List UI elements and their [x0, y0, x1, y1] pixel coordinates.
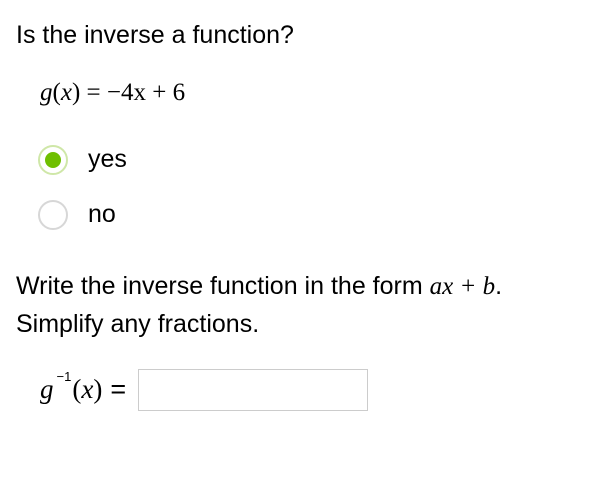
open-paren: (	[53, 79, 61, 106]
inverse-exponent: −1	[57, 368, 72, 386]
equation-func-letter: g	[40, 79, 53, 106]
function-equation: g(x) = −4x + 6	[40, 75, 584, 110]
answer-var: x	[81, 371, 93, 409]
open-paren-2: (	[72, 371, 81, 409]
option-yes-label: yes	[88, 142, 127, 177]
close-paren: )	[72, 79, 80, 106]
radio-no[interactable]	[38, 200, 68, 230]
equals-sign-2: =	[110, 371, 126, 409]
equation-var: x	[61, 79, 72, 106]
option-group: yes no	[38, 142, 584, 232]
question-title: Is the inverse a function?	[16, 18, 584, 53]
option-no[interactable]: no	[38, 197, 584, 232]
answer-row: g−1(x) =	[40, 369, 584, 411]
inverse-function-label: g−1(x)	[40, 371, 102, 409]
instruction-text: Write the inverse function in the form a…	[16, 268, 584, 343]
radio-yes[interactable]	[38, 145, 68, 175]
radio-dot-icon	[45, 152, 61, 168]
equation-rhs: −4x + 6	[107, 79, 185, 106]
option-no-label: no	[88, 197, 116, 232]
answer-input[interactable]	[138, 369, 368, 411]
close-paren-2: )	[93, 371, 102, 409]
option-yes[interactable]: yes	[38, 142, 584, 177]
instruction-form: ax + b	[430, 273, 495, 300]
instruction-prefix: Write the inverse function in the form	[16, 272, 423, 300]
answer-func-letter: g	[40, 371, 54, 409]
equals-sign: =	[87, 79, 107, 106]
